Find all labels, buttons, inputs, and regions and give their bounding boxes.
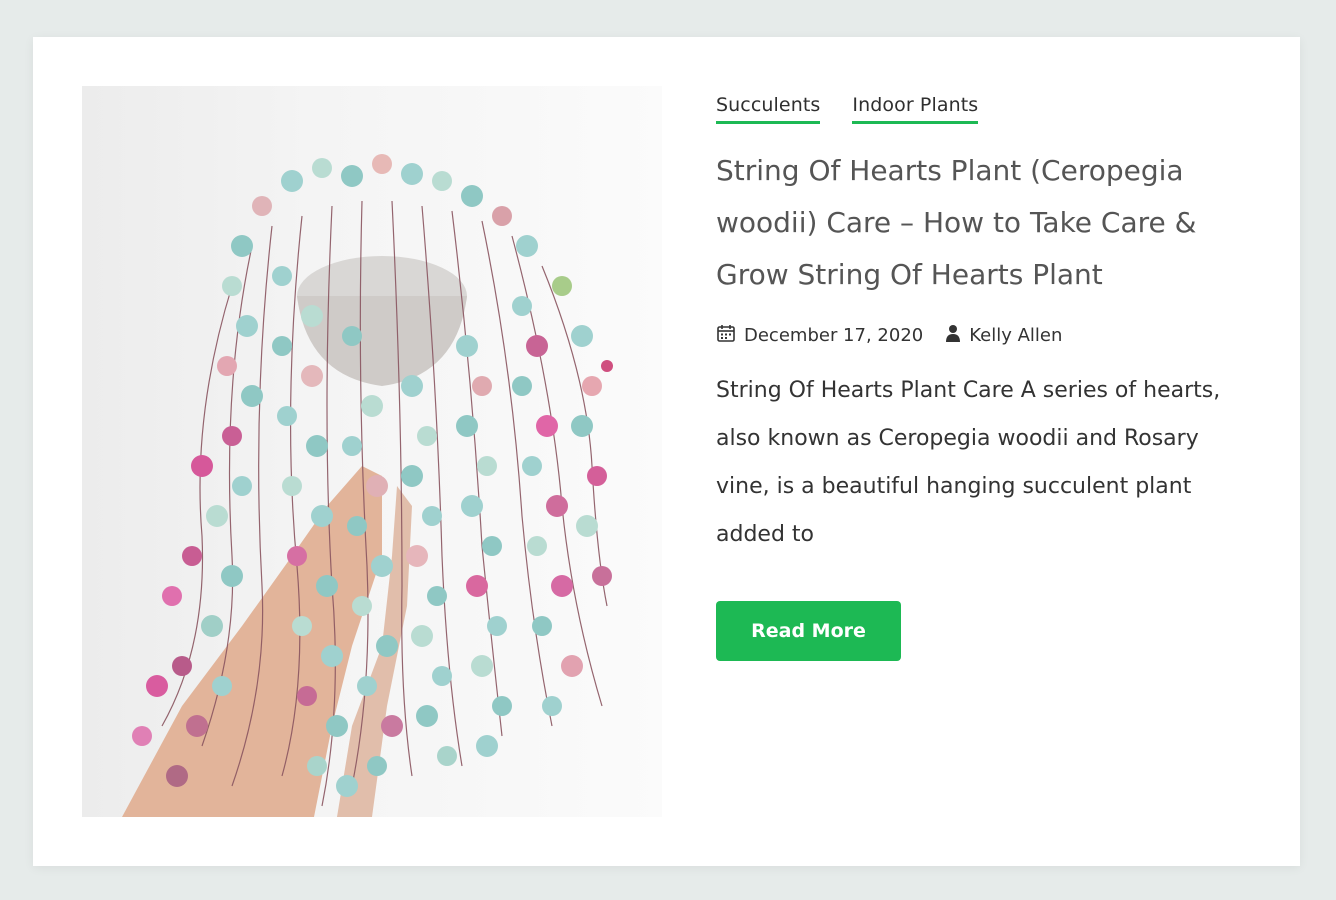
user-icon bbox=[945, 324, 961, 347]
category-link-indoor-plants[interactable]: Indoor Plants bbox=[852, 93, 979, 124]
post-date[interactable]: December 17, 2020 bbox=[744, 325, 923, 346]
post-author-wrap: Kelly Allen bbox=[945, 324, 1062, 347]
post-author[interactable]: Kelly Allen bbox=[969, 325, 1062, 346]
calendar-icon bbox=[716, 323, 736, 348]
category-link-succulents[interactable]: Succulents bbox=[716, 93, 821, 124]
post-categories: Succulents Indoor Plants bbox=[716, 93, 1256, 133]
post-meta: December 17, 2020 Kelly Allen bbox=[716, 321, 1256, 349]
post-excerpt: String Of Hearts Plant Care A series of … bbox=[716, 378, 1221, 547]
post-thumbnail[interactable] bbox=[82, 86, 662, 817]
read-more-button[interactable]: Read More bbox=[716, 601, 901, 661]
post-title[interactable]: String Of Hearts Plant (Ceropegia woodii… bbox=[716, 145, 1256, 301]
string-of-hearts-plant-image bbox=[122, 154, 613, 817]
post-card: Succulents Indoor Plants String Of Heart… bbox=[33, 37, 1300, 866]
post-content: Succulents Indoor Plants String Of Heart… bbox=[716, 93, 1256, 661]
